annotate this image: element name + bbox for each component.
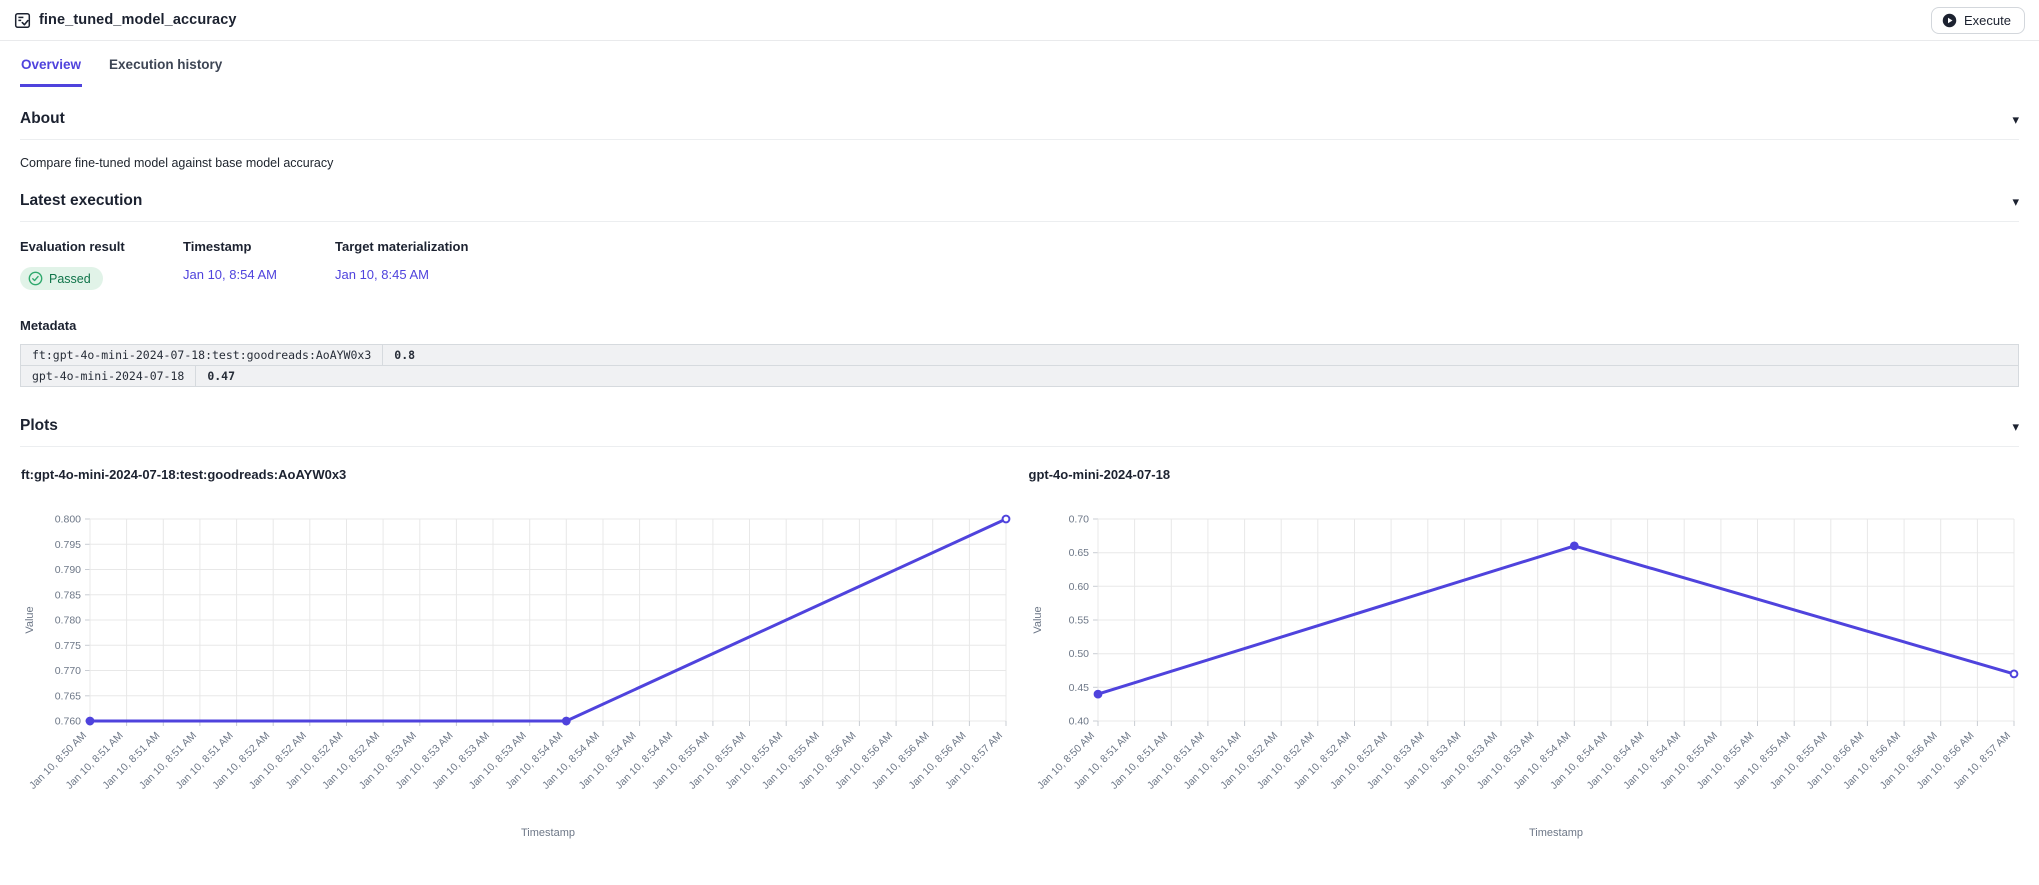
execute-button-label: Execute (1964, 13, 2011, 28)
timestamp-link[interactable]: Jan 10, 8:54 AM (183, 267, 277, 282)
latest-execution-heading: Latest execution (20, 192, 142, 210)
asset-check-icon (14, 12, 31, 29)
divider (20, 221, 2019, 222)
svg-text:Timestamp: Timestamp (521, 827, 575, 839)
metadata-table: ft:gpt-4o-mini-2024-07-18:test:goodreads… (20, 344, 2019, 387)
divider (20, 446, 2019, 447)
about-section-header: About ▾ (20, 110, 2019, 128)
line-chart: 0.760 0.765 0.770 0.775 0.780 0.785 0.790 0.795… (20, 491, 1011, 843)
svg-text:0.45: 0.45 (1068, 682, 1089, 694)
line-chart: 0.400.450.500.550.600.650.70Jan 10, 8:50… (1028, 491, 2019, 843)
about-heading: About (20, 110, 65, 128)
svg-text:0.790: 0.790 (55, 564, 81, 576)
evaluation-result-label: Evaluation result (20, 239, 159, 254)
svg-text:0.765: 0.765 (55, 690, 81, 702)
svg-text:Timestamp: Timestamp (1529, 827, 1583, 839)
chevron-down-icon[interactable]: ▾ (2012, 113, 2019, 126)
chart-card-finetuned: ft:gpt-4o-mini-2024-07-18:test:goodreads… (20, 467, 1012, 843)
metadata-value: 0.47 (196, 366, 2018, 386)
chart-card-base: gpt-4o-mini-2024-07-18 0.40 0.45 0.50 0.55 0… (1028, 467, 2020, 843)
svg-text:0.785: 0.785 (55, 589, 81, 601)
svg-text:0.775: 0.775 (55, 640, 81, 652)
svg-text:0.55: 0.55 (1068, 615, 1089, 627)
main-content: About ▾ Compare fine-tuned model against… (0, 110, 2039, 843)
svg-text:0.800: 0.800 (55, 514, 81, 526)
chart-title: gpt-4o-mini-2024-07-18 (1028, 467, 2020, 482)
target-materialization-field: Target materialization Jan 10, 8:45 AM (335, 239, 498, 290)
plots-section-header: Plots ▾ (20, 417, 2019, 435)
target-materialization-link[interactable]: Jan 10, 8:45 AM (335, 267, 429, 282)
tab-execution-history[interactable]: Execution history (108, 55, 223, 87)
plots-heading: Plots (20, 417, 58, 435)
svg-text:0.65: 0.65 (1068, 547, 1089, 559)
chevron-down-icon[interactable]: ▾ (2012, 195, 2019, 208)
status-badge: Passed (20, 267, 103, 290)
svg-text:0.40: 0.40 (1068, 716, 1089, 728)
chevron-down-icon[interactable]: ▾ (2012, 420, 2019, 433)
svg-text:Value: Value (1032, 606, 1044, 633)
metadata-key: ft:gpt-4o-mini-2024-07-18:test:goodreads… (21, 345, 383, 365)
latest-execution-fields: Evaluation result Passed Timestamp Jan 1… (20, 239, 2019, 290)
play-circle-icon (1942, 13, 1957, 28)
svg-text:0.760: 0.760 (55, 716, 81, 728)
divider (20, 139, 2019, 140)
svg-text:0.50: 0.50 (1068, 648, 1089, 660)
svg-text:0.780: 0.780 (55, 615, 81, 627)
metadata-heading: Metadata (20, 318, 2019, 333)
timestamp-field: Timestamp Jan 10, 8:54 AM (183, 239, 335, 290)
latest-execution-section-header: Latest execution ▾ (20, 192, 2019, 210)
tab-bar: Overview Execution history (0, 41, 2039, 88)
title-wrap: fine_tuned_model_accuracy (14, 12, 237, 29)
execute-button[interactable]: Execute (1931, 7, 2025, 34)
plots-grid: ft:gpt-4o-mini-2024-07-18:test:goodreads… (20, 467, 2019, 843)
evaluation-result-field: Evaluation result Passed (20, 239, 183, 290)
tab-overview[interactable]: Overview (20, 55, 82, 87)
svg-text:0.60: 0.60 (1068, 581, 1089, 593)
page-title: fine_tuned_model_accuracy (39, 12, 237, 28)
timestamp-label: Timestamp (183, 239, 311, 254)
chart-title: ft:gpt-4o-mini-2024-07-18:test:goodreads… (20, 467, 1012, 482)
app-header: fine_tuned_model_accuracy Execute (0, 0, 2039, 41)
check-circle-icon (28, 271, 43, 286)
about-description: Compare fine-tuned model against base mo… (20, 156, 2019, 170)
svg-text:0.770: 0.770 (55, 665, 81, 677)
table-row: gpt-4o-mini-2024-07-18 0.47 (21, 365, 2018, 386)
metadata-value: 0.8 (383, 345, 2018, 365)
metadata-key: gpt-4o-mini-2024-07-18 (21, 366, 196, 386)
svg-text:0.70: 0.70 (1068, 514, 1089, 526)
table-row: ft:gpt-4o-mini-2024-07-18:test:goodreads… (21, 345, 2018, 365)
svg-text:Value: Value (24, 606, 36, 633)
target-materialization-label: Target materialization (335, 239, 474, 254)
svg-text:0.795: 0.795 (55, 539, 81, 551)
status-badge-label: Passed (49, 272, 91, 286)
